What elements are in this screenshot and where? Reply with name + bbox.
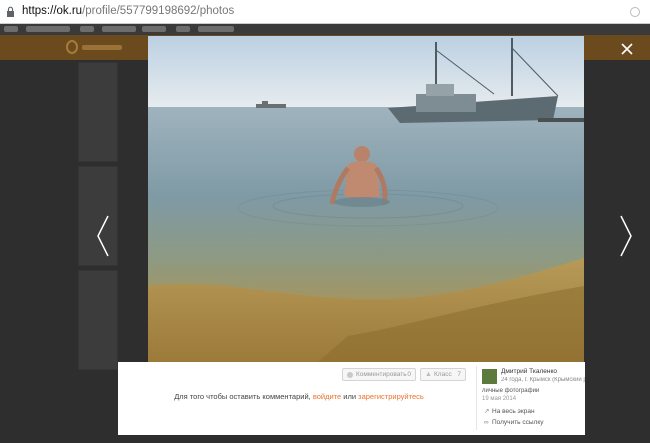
- address-bar[interactable]: https://ok.ru/profile/557799198692/photo…: [0, 0, 650, 24]
- chevron-left-icon[interactable]: [96, 214, 110, 258]
- url-text[interactable]: https://ok.ru/profile/557799198692/photo…: [22, 5, 234, 17]
- get-link-label: Получить ссылку: [492, 419, 544, 426]
- avatar[interactable]: [482, 369, 497, 384]
- author-name[interactable]: Дмитрий Ткаленко: [501, 368, 557, 375]
- login-prompt: Для того чтобы оставить комментарий, вой…: [120, 392, 478, 401]
- like-button-label: Класс: [434, 371, 452, 378]
- lock-icon: [7, 6, 14, 17]
- background-thumbnail: [78, 62, 118, 162]
- ok-logo-icon: [66, 40, 78, 54]
- bookmarks-bar: [0, 24, 650, 35]
- bookmark-item[interactable]: [26, 26, 70, 32]
- login-link[interactable]: войдите: [313, 392, 341, 401]
- bookmark-item[interactable]: [102, 26, 136, 32]
- login-prompt-text: Для того чтобы оставить комментарий,: [174, 392, 311, 401]
- comment-button[interactable]: Комментировать 0: [342, 368, 416, 381]
- register-link[interactable]: зарегистрируйтесь: [358, 392, 424, 401]
- fullscreen-label: На весь экран: [492, 408, 535, 415]
- bookmark-item[interactable]: [142, 26, 166, 32]
- background-thumbnail: [78, 270, 118, 370]
- bookmark-item[interactable]: [80, 26, 94, 32]
- thumbs-up-icon: ▲: [425, 371, 432, 378]
- photo-image: [148, 36, 584, 362]
- author-info: 24 года, г. Крымск (Крымский рай...: [501, 377, 585, 383]
- login-prompt-or: или: [343, 392, 357, 401]
- comment-icon: [347, 372, 353, 378]
- comment-count: 0: [407, 371, 411, 378]
- like-button[interactable]: ▲ Класс 7: [420, 368, 466, 381]
- get-link-button[interactable]: ∞ Получить ссылку: [484, 419, 544, 426]
- panel-divider: [476, 366, 477, 430]
- like-count: 7: [457, 371, 461, 378]
- fullscreen-button[interactable]: ↗ На весь экран: [484, 407, 535, 415]
- expand-icon: ↗: [484, 408, 490, 415]
- bookmark-item[interactable]: [176, 26, 190, 32]
- link-icon: ∞: [484, 419, 489, 426]
- close-icon[interactable]: [619, 41, 635, 57]
- site-logo-text: [82, 45, 122, 50]
- album-link[interactable]: личные фотографии: [482, 388, 539, 394]
- chevron-right-icon[interactable]: [619, 214, 633, 258]
- bookmark-item[interactable]: [4, 26, 18, 32]
- extension-icon[interactable]: [630, 7, 640, 17]
- comment-button-label: Комментировать: [356, 371, 407, 378]
- bookmark-item[interactable]: [198, 26, 234, 32]
- photo-date: 19 мая 2014: [482, 396, 517, 402]
